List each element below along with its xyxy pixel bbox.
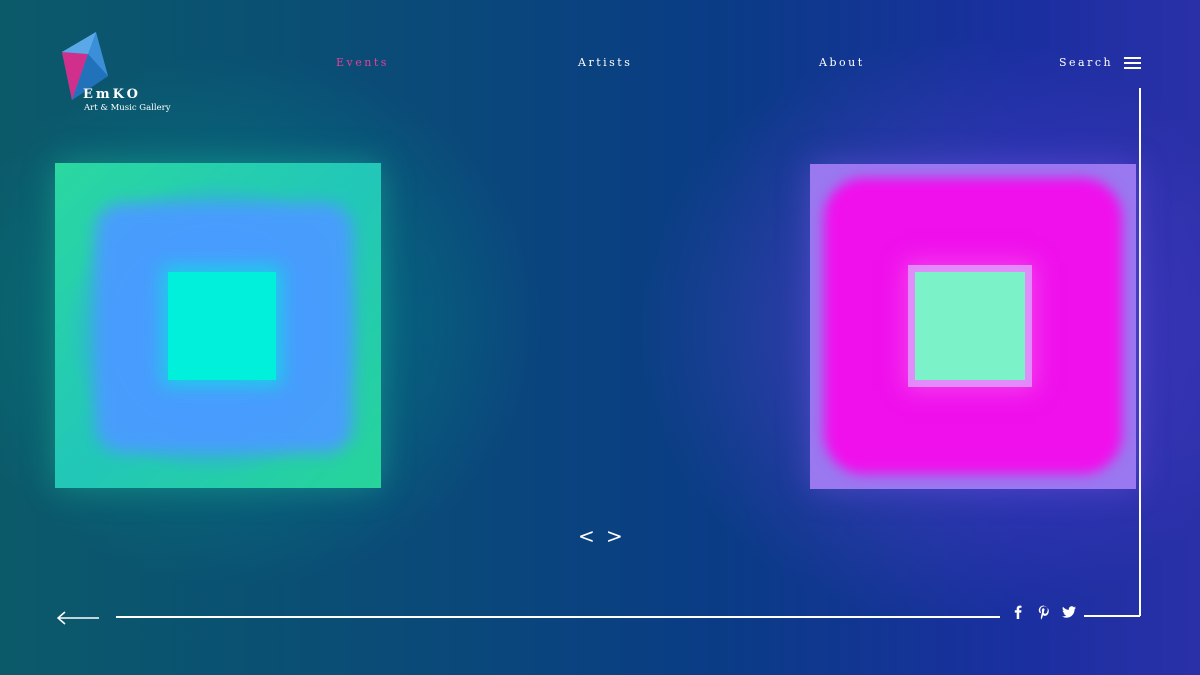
pinterest-icon[interactable] xyxy=(1036,604,1052,620)
brand-name: EmKO xyxy=(83,87,141,102)
search-link[interactable]: Search xyxy=(1059,56,1113,69)
artwork-magenta-core xyxy=(915,272,1025,380)
frame-divider-bottom xyxy=(116,616,1000,618)
arrow-left-icon[interactable] xyxy=(56,610,101,625)
artwork-magenta-panel[interactable] xyxy=(810,164,1136,489)
nav-item-about[interactable]: About xyxy=(819,56,865,69)
brand-tagline: Art & Music Gallery xyxy=(84,103,171,113)
hamburger-menu-icon[interactable] xyxy=(1124,57,1141,69)
brand-logo[interactable]: EmKO Art & Music Gallery xyxy=(58,30,171,120)
artwork-teal-panel[interactable] xyxy=(55,163,381,488)
artwork-teal-core xyxy=(168,272,276,380)
frame-divider-corner xyxy=(1084,615,1140,617)
twitter-icon[interactable] xyxy=(1061,604,1077,620)
nav-item-events[interactable]: Events xyxy=(336,56,389,69)
frame-divider-vertical xyxy=(1139,88,1141,616)
carousel-next-button[interactable]: > xyxy=(606,526,623,546)
facebook-icon[interactable] xyxy=(1010,604,1026,620)
nav-item-artists[interactable]: Artists xyxy=(578,56,632,69)
carousel-prev-button[interactable]: < xyxy=(578,526,595,546)
